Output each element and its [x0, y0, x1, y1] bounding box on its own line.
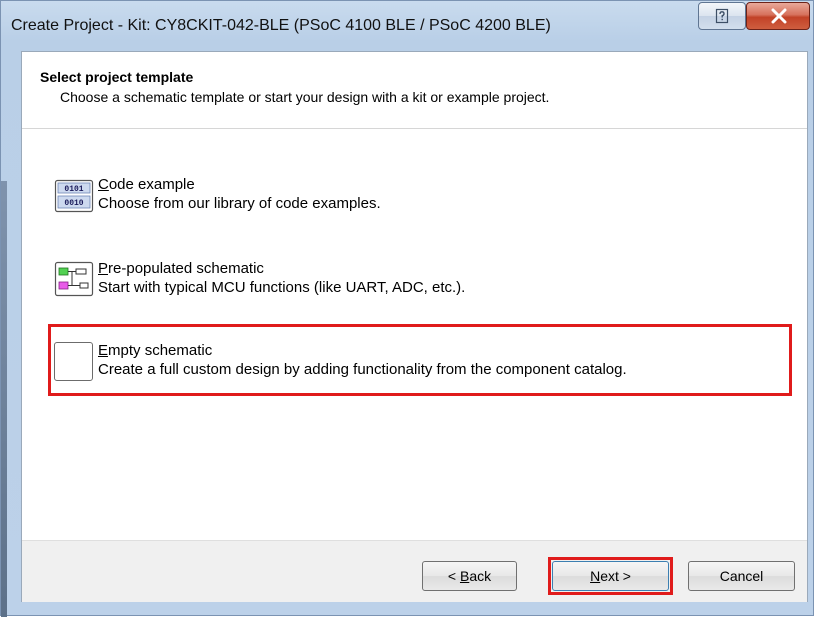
option-empty-schematic[interactable]: Empty schematic Create a full custom des… — [54, 342, 774, 382]
window-title: Create Project - Kit: CY8CKIT-042-BLE (P… — [11, 17, 551, 34]
wizard-footer: < Back Next > Cancel — [22, 540, 807, 602]
create-project-dialog: Create Project - Kit: CY8CKIT-042-BLE (P… — [0, 0, 814, 617]
empty-box-icon — [54, 342, 94, 381]
cancel-button[interactable]: Cancel — [688, 561, 795, 591]
option-description: Choose from our library of code examples… — [98, 195, 381, 212]
help-button[interactable] — [698, 2, 746, 30]
close-icon — [771, 8, 787, 24]
option-description: Create a full custom design by adding fu… — [98, 361, 627, 378]
option-title: Empty schematic — [98, 342, 213, 359]
back-button[interactable]: < Back — [422, 561, 517, 591]
help-icon — [715, 8, 729, 24]
dialog-client-area: Select project template Choose a schemat… — [21, 51, 808, 602]
svg-text:0010: 0010 — [64, 199, 83, 208]
option-title: Code example — [98, 176, 195, 193]
option-title: Pre-populated schematic — [98, 260, 264, 277]
template-options: 0101 0010 Code example Choose from our l… — [22, 129, 807, 540]
option-code-example[interactable]: 0101 0010 Code example Choose from our l… — [54, 176, 774, 216]
next-button[interactable]: Next > — [552, 561, 669, 591]
wizard-header: Select project template Choose a schemat… — [22, 52, 807, 129]
title-bar[interactable]: Create Project - Kit: CY8CKIT-042-BLE (P… — [1, 1, 813, 51]
page-subtitle: Choose a schematic template or start you… — [60, 89, 550, 105]
option-prepopulated-schematic[interactable]: Pre-populated schematic Start with typic… — [54, 260, 774, 300]
close-button[interactable] — [746, 2, 810, 30]
svg-text:0101: 0101 — [64, 185, 83, 194]
page-title: Select project template — [40, 69, 194, 85]
schematic-icon — [54, 260, 94, 298]
option-description: Start with typical MCU functions (like U… — [98, 279, 466, 296]
window-edge — [1, 181, 7, 617]
binary-code-icon: 0101 0010 — [54, 176, 94, 214]
